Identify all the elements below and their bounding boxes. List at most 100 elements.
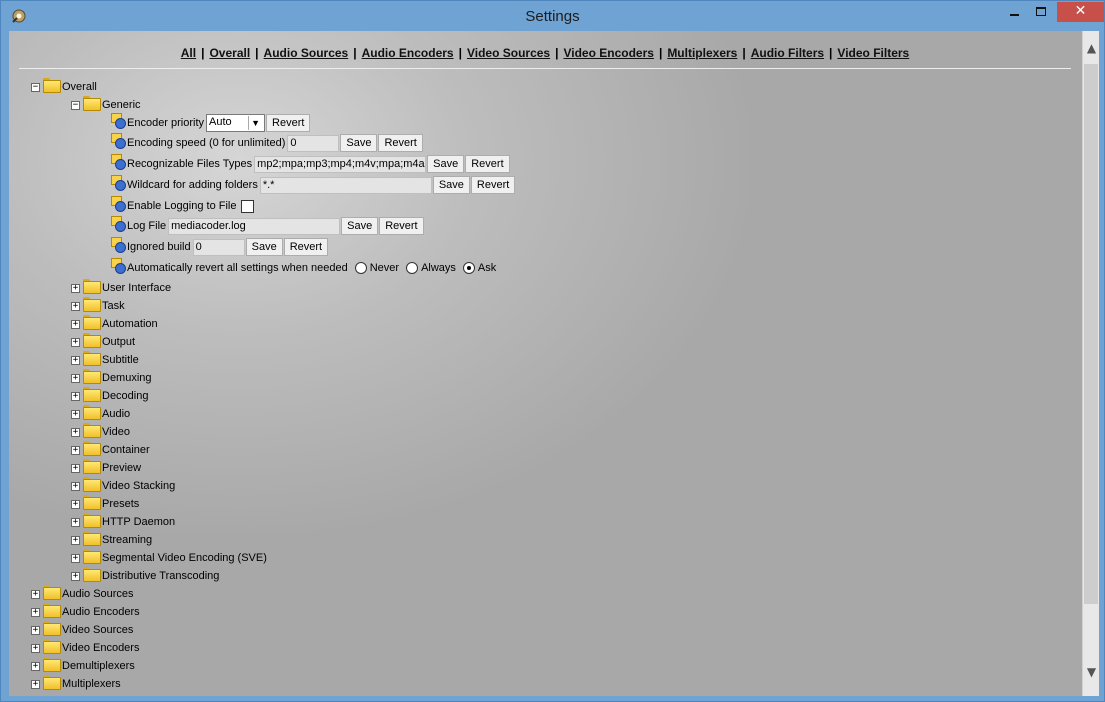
- radio-never[interactable]: [354, 262, 367, 274]
- tree-node-subtitle[interactable]: + Subtitle: [71, 350, 139, 369]
- tree-node-streaming[interactable]: + Streaming: [71, 530, 152, 549]
- tree-node-video-sources[interactable]: + Video Sources: [31, 620, 133, 639]
- nav-link-video-filters[interactable]: Video Filters: [837, 46, 909, 60]
- nav-link-multiplexers[interactable]: Multiplexers: [667, 46, 737, 60]
- radio-ask[interactable]: [462, 262, 475, 274]
- maximize-button[interactable]: [1028, 2, 1054, 22]
- folder-icon: [43, 656, 61, 672]
- expand-icon[interactable]: +: [31, 607, 40, 617]
- revert-button[interactable]: Revert: [283, 238, 329, 256]
- folder-icon: [83, 476, 101, 492]
- expand-icon[interactable]: +: [71, 409, 80, 419]
- nav-link-audio-encoders[interactable]: Audio Encoders: [362, 46, 454, 60]
- nav-link-audio-sources[interactable]: Audio Sources: [264, 46, 349, 60]
- expand-icon[interactable]: +: [71, 391, 80, 401]
- title-bar[interactable]: Settings ✕: [1, 1, 1104, 31]
- expand-icon[interactable]: +: [31, 625, 40, 635]
- tree-node-audio-sources[interactable]: + Audio Sources: [31, 584, 134, 603]
- tree-node-distributive-transcoding[interactable]: + Distributive Transcoding: [71, 566, 219, 585]
- chevron-down-icon[interactable]: ▼: [1083, 665, 1099, 682]
- tree-label: Audio Sources: [62, 588, 134, 600]
- tree-node-decoding[interactable]: + Decoding: [71, 386, 148, 405]
- expand-icon[interactable]: +: [71, 463, 80, 473]
- nav-link-overall[interactable]: Overall: [209, 46, 250, 60]
- encoder-priority-select[interactable]: Auto ▼: [206, 114, 266, 132]
- log-file-field[interactable]: mediacoder.log: [168, 217, 341, 235]
- tree-node-video-encoders[interactable]: + Video Encoders: [31, 638, 140, 657]
- close-button[interactable]: ✕: [1057, 2, 1104, 22]
- nav-link-video-sources[interactable]: Video Sources: [467, 46, 550, 60]
- save-button[interactable]: Save: [245, 238, 283, 256]
- expand-icon[interactable]: +: [71, 499, 80, 509]
- collapse-icon[interactable]: −: [71, 100, 80, 110]
- tree-node-http-daemon[interactable]: + HTTP Daemon: [71, 512, 175, 531]
- radio-always[interactable]: [406, 262, 419, 274]
- revert-button[interactable]: Revert: [379, 217, 424, 235]
- expand-icon[interactable]: +: [71, 283, 80, 293]
- tree-node-user-interface[interactable]: + User Interface: [71, 278, 171, 297]
- save-button[interactable]: Save: [427, 155, 465, 173]
- expand-icon[interactable]: +: [71, 301, 80, 311]
- tree-node-presets[interactable]: + Presets: [71, 494, 139, 513]
- tree-node-overall[interactable]: − Overall: [31, 77, 97, 96]
- tree-node-task[interactable]: + Task: [71, 296, 125, 315]
- selected-value: Auto: [209, 116, 232, 128]
- nav-link-all[interactable]: All: [181, 46, 196, 60]
- tree-node-output[interactable]: + Output: [71, 332, 135, 351]
- setting-label: Encoder priority: [127, 117, 205, 129]
- nav-separator: |: [255, 46, 259, 60]
- tree-node-video[interactable]: + Video: [71, 422, 130, 441]
- tree-node-demuxing[interactable]: + Demuxing: [71, 368, 152, 387]
- revert-button[interactable]: Revert: [378, 134, 423, 152]
- expand-icon[interactable]: +: [71, 553, 80, 563]
- tree-node-preview[interactable]: + Preview: [71, 458, 141, 477]
- vertical-scrollbar[interactable]: ▲ ▼: [1082, 31, 1099, 696]
- wildcard-field[interactable]: *.*: [259, 176, 432, 194]
- revert-button[interactable]: Revert: [470, 176, 516, 194]
- expand-icon[interactable]: +: [71, 535, 80, 545]
- expand-icon[interactable]: +: [71, 481, 80, 491]
- encoding-speed-field[interactable]: 0: [287, 134, 340, 152]
- minimize-button[interactable]: [1001, 2, 1028, 22]
- expand-icon[interactable]: +: [71, 337, 80, 347]
- scroll-thumb[interactable]: [1084, 64, 1098, 604]
- expand-icon[interactable]: +: [71, 355, 80, 365]
- nav-link-audio-filters[interactable]: Audio Filters: [751, 46, 824, 60]
- expand-icon[interactable]: +: [31, 643, 40, 653]
- collapse-icon[interactable]: −: [31, 82, 40, 92]
- expand-icon[interactable]: +: [31, 679, 40, 689]
- tree-node-multiplexers[interactable]: + Multiplexers: [31, 674, 121, 693]
- tree-label: Task: [102, 300, 125, 312]
- revert-button[interactable]: Revert: [465, 155, 510, 173]
- expand-icon[interactable]: +: [31, 661, 40, 671]
- tree-node-automation[interactable]: + Automation: [71, 314, 158, 333]
- expand-icon[interactable]: +: [71, 517, 80, 527]
- save-button[interactable]: Save: [432, 176, 470, 194]
- revert-button[interactable]: Revert: [266, 114, 311, 132]
- close-icon: ✕: [1074, 3, 1087, 19]
- save-button[interactable]: Save: [341, 217, 379, 235]
- expand-icon[interactable]: +: [71, 373, 80, 383]
- expand-icon[interactable]: +: [71, 427, 80, 437]
- save-button[interactable]: Save: [340, 134, 378, 152]
- tree-label: Video Encoders: [62, 642, 140, 654]
- tree-node-audio[interactable]: + Audio: [71, 404, 130, 423]
- tree-node-segmental-video-encoding-sve[interactable]: + Segmental Video Encoding (SVE): [71, 548, 267, 567]
- tree-node-video-stacking[interactable]: + Video Stacking: [71, 476, 175, 495]
- enable-logging-checkbox[interactable]: [241, 199, 255, 213]
- expand-icon[interactable]: +: [31, 589, 40, 599]
- tree-node-generic[interactable]: − Generic: [71, 95, 141, 114]
- ignored-build-field[interactable]: 0: [192, 238, 245, 256]
- expand-icon[interactable]: +: [71, 319, 80, 329]
- setting-label: Enable Logging to File: [127, 200, 237, 212]
- expand-icon[interactable]: +: [71, 571, 80, 581]
- chevron-up-icon[interactable]: ▲: [1083, 41, 1099, 58]
- folder-icon: [43, 602, 61, 618]
- tree-node-audio-encoders[interactable]: + Audio Encoders: [31, 602, 140, 621]
- recognizable-types-field[interactable]: mp2;mpa;mp3;mp4;m4v;mpa;m4a;: [254, 155, 427, 173]
- nav-link-video-encoders[interactable]: Video Encoders: [563, 46, 653, 60]
- expand-icon[interactable]: +: [71, 445, 80, 455]
- tree-node-demultiplexers[interactable]: + Demultiplexers: [31, 656, 135, 675]
- tree-node-container[interactable]: + Container: [71, 440, 150, 459]
- folder-icon: [83, 422, 101, 438]
